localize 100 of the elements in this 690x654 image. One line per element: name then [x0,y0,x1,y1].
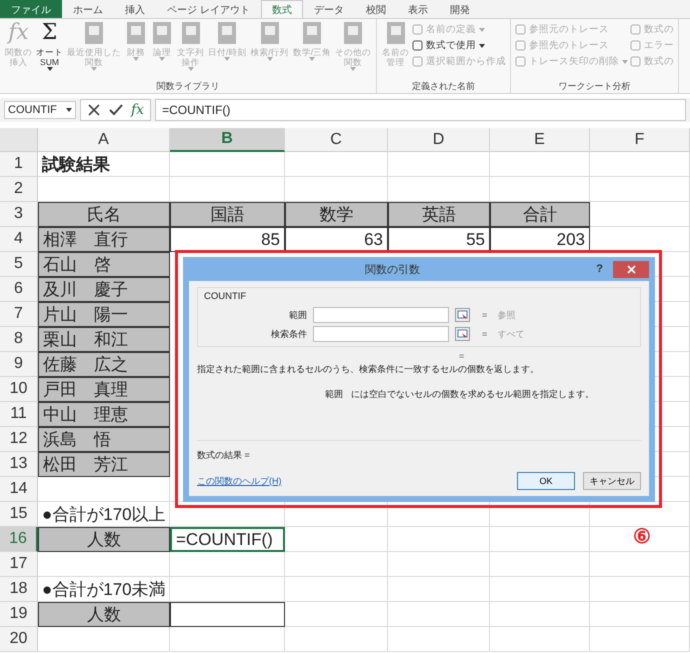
input-field[interactable] [313,326,449,342]
row-header[interactable]: 1 [0,152,38,177]
book-icon [258,21,281,45]
row-header[interactable]: 9 [0,352,38,377]
argument-label: 検索条件 [270,328,307,340]
row-header[interactable]: 15 [0,502,38,527]
row-header[interactable]: 2 [0,177,38,202]
range-picker-icon[interactable] [455,327,470,341]
group-label: 関数ライブラリ [156,80,221,93]
dialog-button[interactable]: キャンセル [583,472,641,490]
ribbon-tab[interactable]: 表示 [396,0,439,18]
table-cell: =COUNTIF() [170,527,285,552]
input-field[interactable] [313,307,449,323]
book-icon [83,21,105,45]
row-header[interactable]: 6 [0,277,38,302]
ribbon-button[interactable]: 数式で使用 [412,39,506,52]
function-symbol: Σ [42,21,58,45]
command-icon [412,56,424,67]
table-cell: 氏名 [38,202,170,227]
command-icon [412,24,424,35]
command-icon [630,40,642,51]
cancel-icon[interactable] [87,103,101,117]
table-cell: 人数 [38,602,170,627]
ribbon-tab[interactable]: 挿入 [114,0,156,18]
command-icon [630,56,642,67]
row-header[interactable]: 5 [0,252,38,277]
column-header[interactable]: D [388,128,490,152]
book-icon [151,21,173,45]
command-icon [630,24,642,35]
ribbon-tab[interactable]: データ [302,0,355,18]
row-header[interactable]: 3 [0,202,38,227]
function-description: 指定された範囲に含まれるセルのうち、検索条件に一致するセルの個数を返します。 [197,363,540,376]
row-header[interactable]: 4 [0,227,38,252]
row-header[interactable]: 18 [0,577,38,602]
dialog-button[interactable]: OK [517,472,575,490]
ribbon-button[interactable]: Σ オート SUM [35,21,64,80]
row-header[interactable]: 20 [0,627,38,652]
table-cell: 栗山 和江 [38,327,170,352]
table-cell: 203 [490,227,590,252]
column-header[interactable]: F [590,128,690,152]
formula-result: 数式の結果 = [197,449,251,462]
help-link[interactable]: この関数のヘルプ(H) [197,474,282,488]
book-icon [384,21,407,45]
command-icon [412,40,424,51]
caret-icon [66,108,72,112]
equals-sign: = [459,351,464,361]
check-icon[interactable] [109,103,123,117]
step-marker: ⑥ [633,525,651,549]
column-header[interactable]: A [38,128,170,152]
column-header[interactable]: E [490,128,590,152]
ribbon-tab[interactable]: 校閲 [354,0,397,18]
function-name: COUNTIF [204,291,248,302]
table-cell: 人数 [38,527,170,552]
row-header[interactable]: 11 [0,402,38,427]
table-cell: 英語 [388,202,490,227]
ribbon-tab[interactable]: ホーム [62,0,114,18]
table-cell: 55 [388,227,490,252]
ribbon-tab[interactable]: 開発 [438,0,481,18]
help-button[interactable]: ? [596,263,603,275]
group-label: 定義された名前 [411,80,476,93]
insert-function-button[interactable]: fx [131,102,144,118]
column-header[interactable]: B [170,128,285,152]
row-header[interactable]: 10 [0,377,38,402]
row-header[interactable]: 16 [0,527,38,552]
table-cell: 数学 [285,202,388,227]
book-icon [300,21,323,45]
dialog-title: 関数の引数 [364,262,422,276]
table-cell: 松田 芳江 [38,452,170,477]
book-icon [342,21,364,45]
table-cell: 浜島 悟 [38,427,170,452]
table-cell: 佐藤 広之 [38,352,170,377]
formula-field[interactable]: =COUNTIF() [155,99,686,121]
close-icon [626,264,636,274]
column-header[interactable]: C [285,128,388,152]
row-header[interactable]: 8 [0,327,38,352]
table-cell: 片山 陽一 [38,302,170,327]
row-header[interactable]: 13 [0,452,38,477]
book-icon [216,21,238,45]
ribbon-tab[interactable]: 数式 [260,0,303,18]
close-button[interactable] [613,260,649,278]
table-cell: 中山 理恵 [38,402,170,427]
row-header[interactable]: 19 [0,602,38,627]
range-picker-icon[interactable] [455,308,470,322]
book-icon [180,21,202,45]
table-cell: 及川 慶子 [38,277,170,302]
table-cell: 合計 [490,202,590,227]
command-icon [515,24,526,35]
argument-label: 範囲 [288,308,307,322]
command-icon [515,40,526,51]
ribbon-tab[interactable]: ファイル [0,0,62,18]
name-box[interactable]: COUNTIF [4,101,76,119]
row-header[interactable]: 7 [0,302,38,327]
row-header[interactable]: 17 [0,552,38,577]
argument-description: には空白でないセルの個数を求めるセル範囲を指定します。 [351,388,594,401]
argument-hint: 参照 [497,308,516,322]
table-cell: 戸田 真理 [38,377,170,402]
row-header[interactable]: 14 [0,477,38,502]
group-label: ワークシート分析 [558,80,632,93]
row-header[interactable]: 12 [0,427,38,452]
ribbon-tab[interactable]: ページ レイアウト [156,0,261,18]
